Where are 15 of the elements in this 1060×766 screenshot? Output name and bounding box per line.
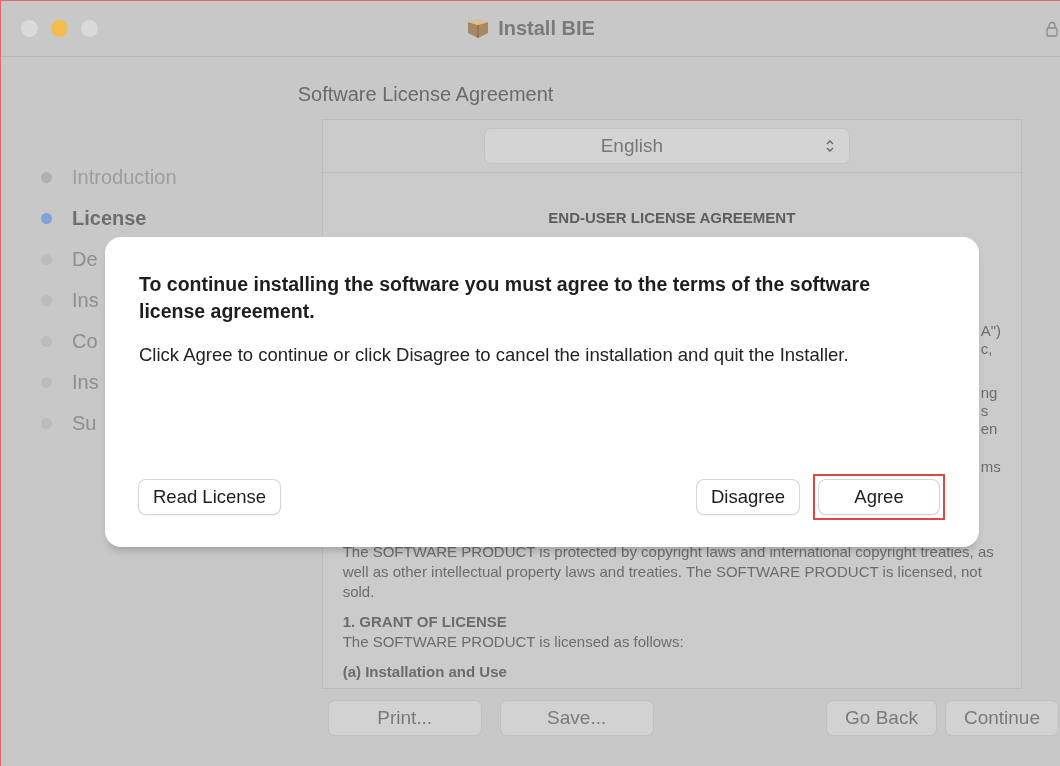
page-title: Software License Agreement [297,82,555,107]
license-text-fragment: s [980,402,990,420]
license-text-fragment: c, [980,340,994,358]
license-section-heading: 1. GRANT OF LICENSE [342,612,508,632]
license-section-heading: (a) Installation and Use [342,662,508,682]
window-title: Install BIE [498,17,595,40]
license-paragraph: The SOFTWARE PRODUCT is licensed as follows: [342,632,685,652]
dialog-message: Click Agree to continue or click Disagree to cancel the installation and quit the Installer. [139,343,850,367]
license-text-fragment: ms [980,458,1001,476]
license-paragraph: The SOFTWARE PRODUCT is protected by copyright laws and international copyright treaties, as well as other intellectual property laws and treaties. The SOFTWARE PRODUCT is licensed, not sold. [342,542,995,602]
dialog-title: To continue installing the software you must agree to the terms of the software license agreement. [139,272,871,324]
license-text-fragment: A") [980,322,1001,340]
license-text-fragment: ng [980,384,999,402]
license-text-fragment: en [980,420,999,438]
license-heading: END-USER LICENSE AGREEMENT [547,209,797,226]
